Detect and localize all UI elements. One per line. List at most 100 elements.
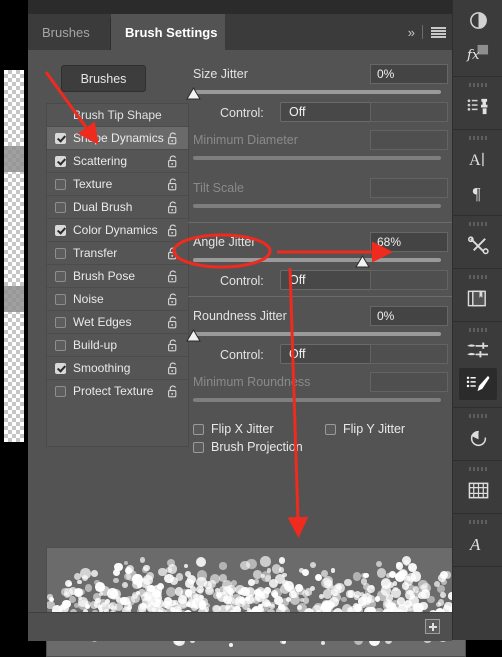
minimum-roundness-slider[interactable]: [193, 398, 441, 402]
tab-brush-settings[interactable]: Brush Settings: [111, 14, 232, 50]
lock-icon[interactable]: [167, 178, 179, 191]
tab-brushes[interactable]: Brushes: [28, 14, 104, 50]
lock-icon[interactable]: [167, 270, 179, 283]
layer-effects-fx-icon[interactable]: fx: [459, 37, 497, 69]
brush-option-checkbox[interactable]: [55, 155, 66, 167]
brush-option-checkbox[interactable]: [55, 132, 66, 144]
flip-y-jitter-box[interactable]: [325, 423, 336, 435]
angle-control-row: Control: Off: [188, 270, 452, 294]
brush-option-row[interactable]: Shape Dynamics: [47, 126, 188, 149]
lock-icon[interactable]: [167, 132, 179, 145]
size-control-extra-value[interactable]: [370, 102, 448, 122]
panel-menu-icon[interactable]: [431, 26, 446, 38]
preview-dot: [139, 557, 146, 563]
brush-option-row[interactable]: Protect Texture: [47, 379, 188, 402]
lock-icon[interactable]: [167, 339, 179, 352]
brush-option-row[interactable]: Noise: [47, 287, 188, 310]
drag-grip-icon[interactable]: [469, 520, 487, 524]
roundness-jitter-handle[interactable]: [186, 329, 201, 342]
new-brush-icon[interactable]: [425, 619, 440, 634]
drag-grip-icon[interactable]: [469, 467, 487, 471]
history-icon[interactable]: [459, 421, 497, 453]
size-jitter-value[interactable]: 0%: [370, 64, 448, 84]
lock-icon[interactable]: [167, 201, 179, 214]
angle-jitter-value[interactable]: 68%: [370, 232, 448, 252]
lock-icon[interactable]: [167, 362, 179, 375]
brush-option-row[interactable]: Wet Edges: [47, 310, 188, 333]
glyphs-icon[interactable]: A: [459, 527, 497, 559]
flip-x-jitter-box[interactable]: [193, 423, 204, 435]
lock-icon[interactable]: [167, 155, 179, 168]
brush-option-checkbox[interactable]: [55, 362, 66, 374]
flip-y-jitter-checkbox[interactable]: Flip Y Jitter: [325, 422, 405, 436]
brush-option-row[interactable]: Build-up: [47, 333, 188, 356]
preview-dot: [343, 578, 352, 587]
drag-grip-icon[interactable]: [469, 414, 487, 418]
size-jitter-handle[interactable]: [186, 87, 201, 100]
brush-option-row[interactable]: Dual Brush: [47, 195, 188, 218]
brush-option-row[interactable]: Brush Pose: [47, 264, 188, 287]
drag-grip-icon[interactable]: [469, 275, 487, 279]
brush-option-checkbox[interactable]: [55, 270, 66, 282]
preview-dot: [345, 590, 354, 598]
brush-option-list: Brush Tip Shape Shape Dynamics Scattering…: [46, 103, 189, 447]
brushes-icon[interactable]: [459, 335, 497, 367]
lock-icon[interactable]: [167, 316, 179, 329]
brush-settings-icon[interactable]: [459, 368, 497, 400]
brush-option-checkbox[interactable]: [55, 224, 66, 236]
minimum-diameter-value[interactable]: [370, 130, 448, 150]
brush-option-checkbox[interactable]: [55, 247, 66, 259]
paragraph-icon[interactable]: ¶: [459, 176, 497, 208]
angle-control-extra-value[interactable]: [370, 270, 448, 290]
minimum-roundness-value[interactable]: [370, 372, 448, 392]
brush-projection-box[interactable]: [193, 441, 204, 453]
properties-icon[interactable]: [459, 474, 497, 506]
tilt-scale-value[interactable]: [370, 178, 448, 198]
lock-icon[interactable]: [167, 224, 179, 237]
minimum-diameter-slider[interactable]: [193, 156, 441, 160]
drag-grip-icon[interactable]: [469, 136, 487, 140]
brush-option-row[interactable]: Transfer: [47, 241, 188, 264]
brushes-button[interactable]: Brushes: [61, 65, 146, 92]
rail-group: [453, 408, 502, 461]
size-jitter-slider[interactable]: [193, 90, 441, 94]
drag-grip-icon[interactable]: [469, 83, 487, 87]
preview-dot: [175, 573, 184, 581]
roundness-control-extra-value[interactable]: [370, 344, 448, 364]
preview-dot: [143, 575, 153, 585]
tilt-scale-slider[interactable]: [193, 204, 441, 208]
brush-option-checkbox[interactable]: [55, 339, 66, 351]
brush-option-checkbox[interactable]: [55, 201, 66, 213]
libraries-icon[interactable]: [459, 282, 497, 314]
drag-grip-icon[interactable]: [469, 222, 487, 226]
brush-option-checkbox[interactable]: [55, 385, 66, 397]
brush-option-row[interactable]: Scattering: [47, 149, 188, 172]
brush-option-label: Brush Pose: [73, 269, 136, 283]
lock-icon[interactable]: [167, 247, 179, 260]
adjustments-icon[interactable]: [459, 4, 497, 36]
rail-group: A ¶: [453, 130, 502, 216]
clone-source-icon[interactable]: [459, 90, 497, 122]
chevron-double-right-icon[interactable]: »: [408, 25, 415, 40]
preview-dot: [114, 562, 123, 572]
brush-tip-shape-header[interactable]: Brush Tip Shape: [47, 104, 188, 126]
tool-presets-icon[interactable]: [459, 229, 497, 261]
brush-option-checkbox[interactable]: [55, 293, 66, 305]
drag-grip-icon[interactable]: [469, 328, 487, 332]
brush-option-checkbox[interactable]: [55, 316, 66, 328]
brush-option-row[interactable]: Smoothing: [47, 356, 188, 379]
character-icon[interactable]: A: [459, 143, 497, 175]
lock-icon[interactable]: [167, 293, 179, 306]
brush-option-row[interactable]: Color Dynamics: [47, 218, 188, 241]
lock-icon[interactable]: [167, 385, 179, 398]
roundness-jitter-value[interactable]: 0%: [370, 306, 448, 326]
angle-jitter-handle[interactable]: [354, 255, 370, 268]
roundness-jitter-slider[interactable]: [193, 332, 441, 336]
brush-option-checkbox[interactable]: [55, 178, 66, 190]
brush-option-row[interactable]: Texture: [47, 172, 188, 195]
size-jitter-row: Size Jitter 0%: [188, 64, 452, 87]
angle-jitter-slider[interactable]: [193, 258, 441, 262]
preview-dot: [354, 594, 359, 600]
brush-projection-checkbox[interactable]: Brush Projection: [193, 440, 303, 454]
flip-x-jitter-checkbox[interactable]: Flip X Jitter: [193, 422, 274, 436]
